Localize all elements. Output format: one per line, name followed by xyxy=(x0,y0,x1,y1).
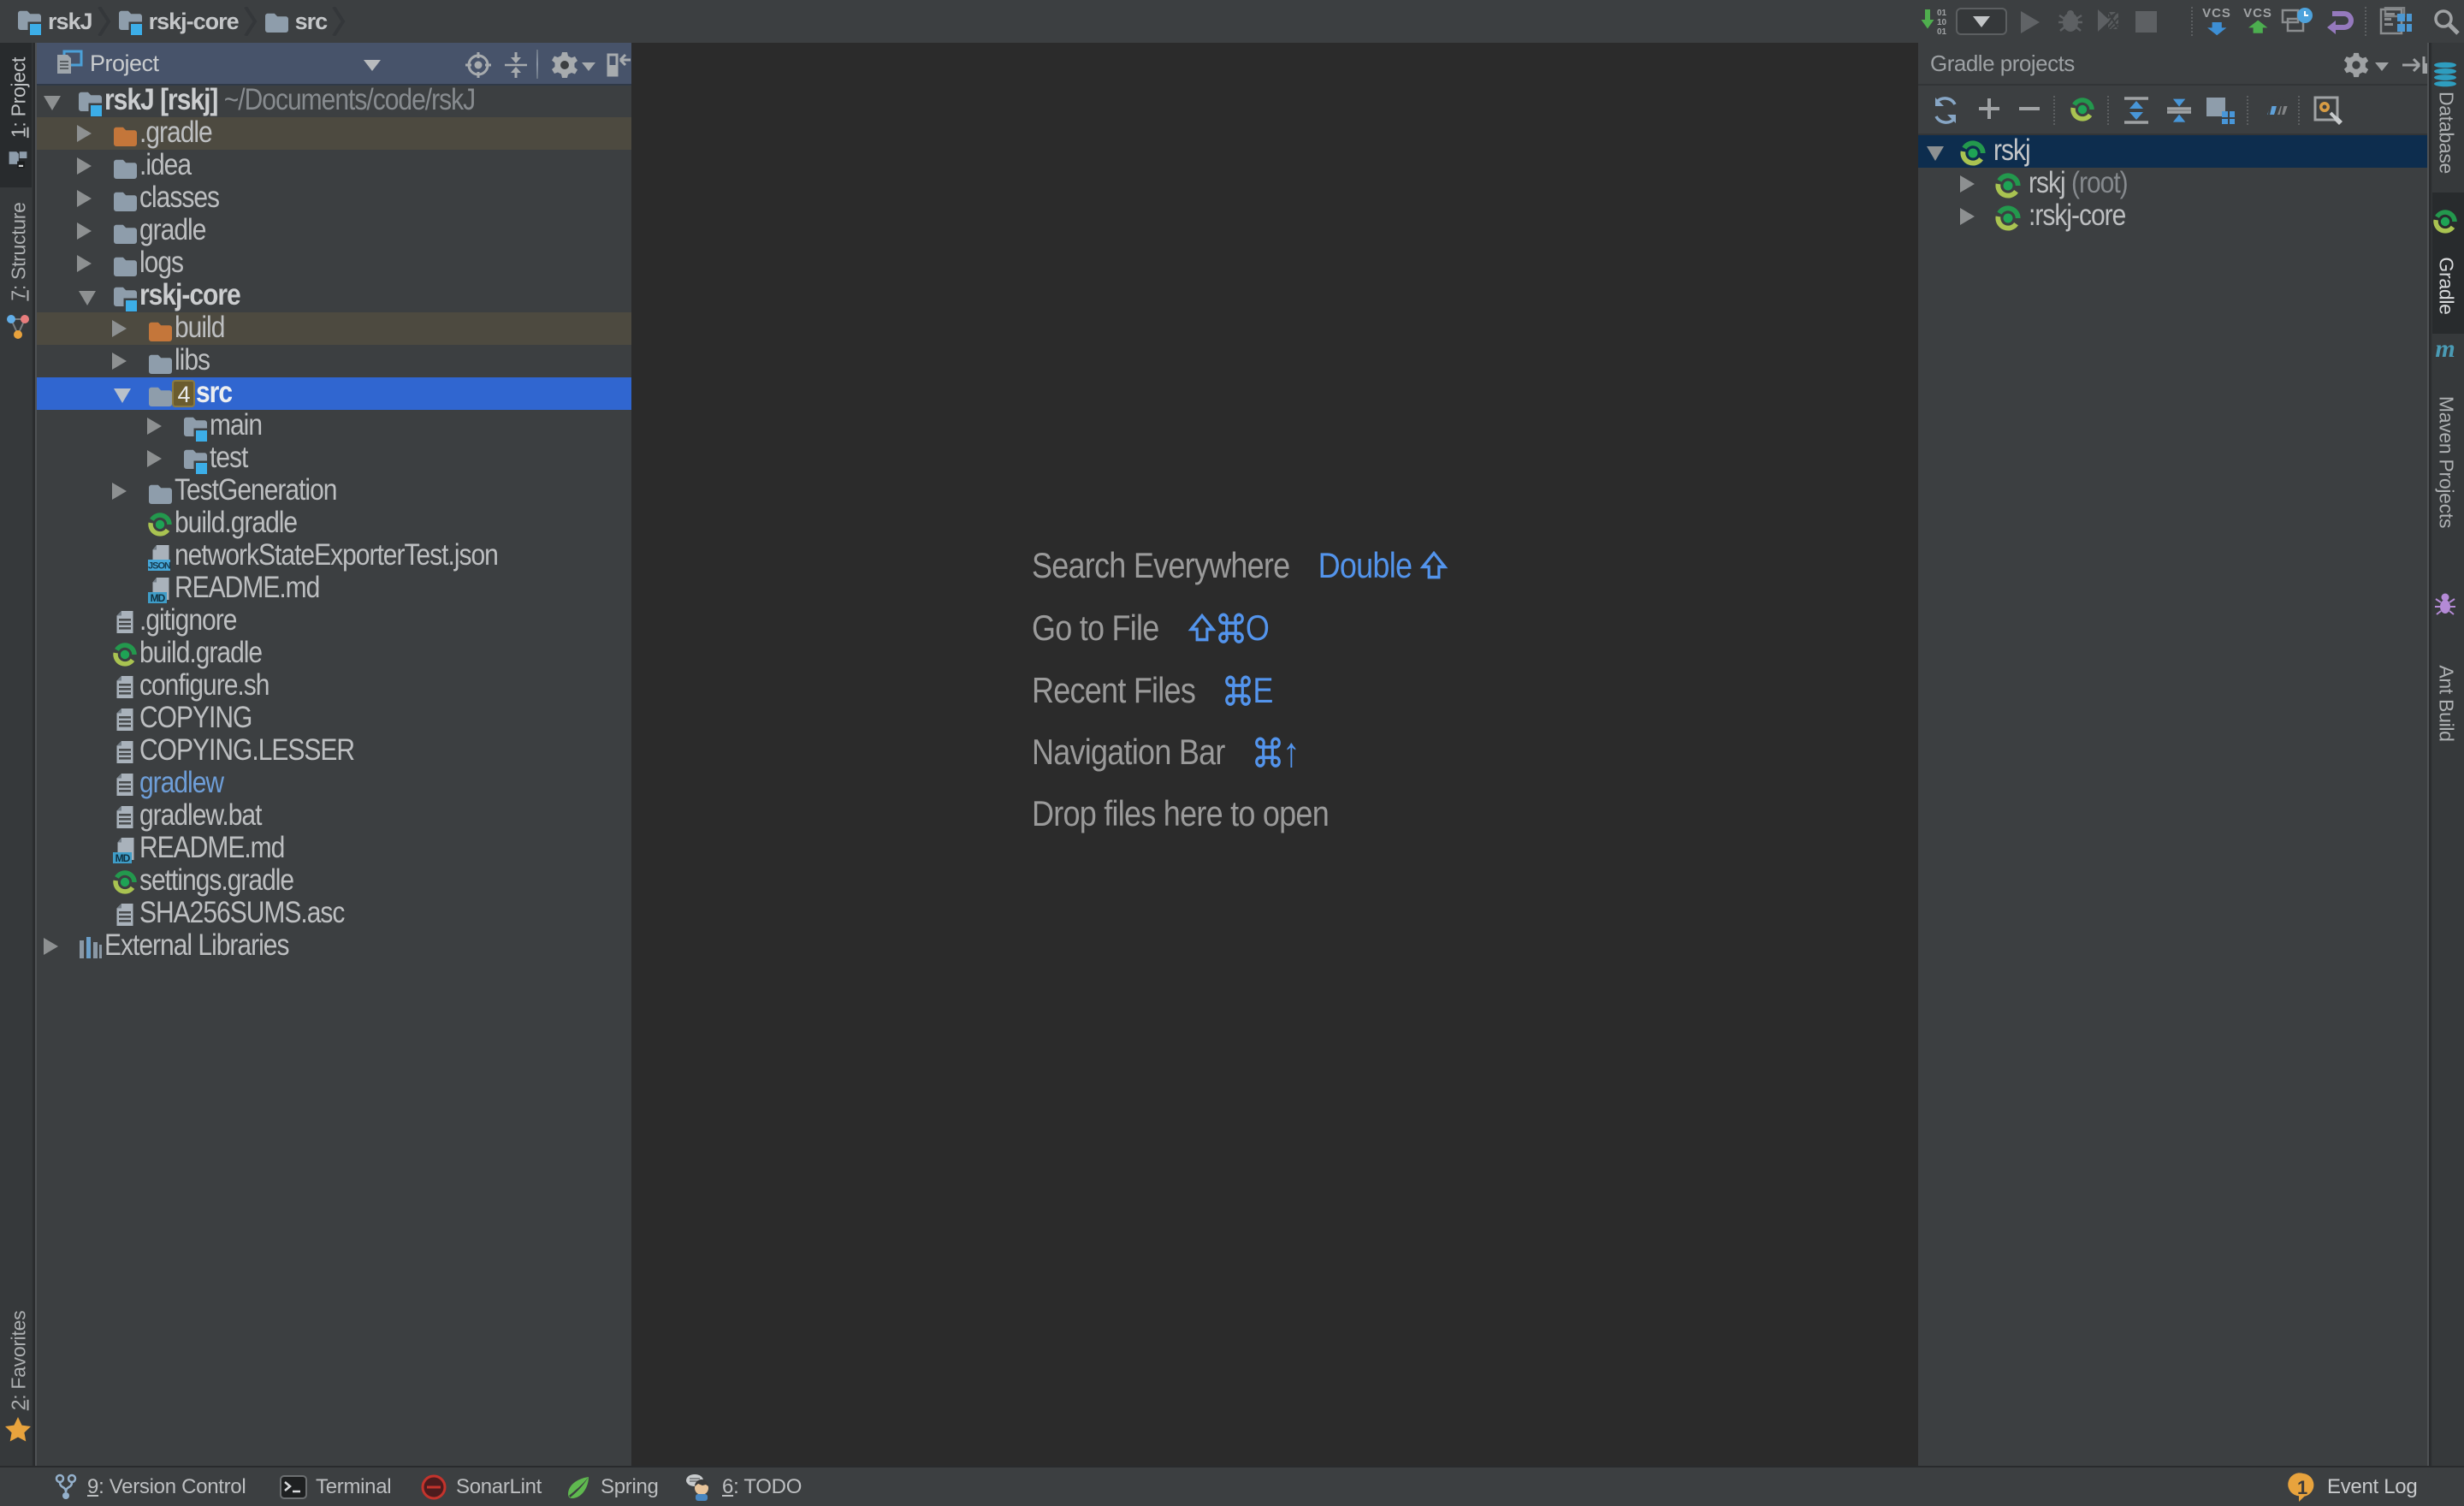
svg-text:1: 1 xyxy=(2297,1477,2307,1498)
svg-text:10: 10 xyxy=(1937,18,1947,27)
svg-text:VCS: VCS xyxy=(2243,6,2272,21)
svg-text:VCS: VCS xyxy=(2202,6,2231,21)
svg-text:01: 01 xyxy=(1937,9,1947,18)
svg-text:01: 01 xyxy=(1937,27,1947,37)
svg-text:m: m xyxy=(2435,336,2455,362)
